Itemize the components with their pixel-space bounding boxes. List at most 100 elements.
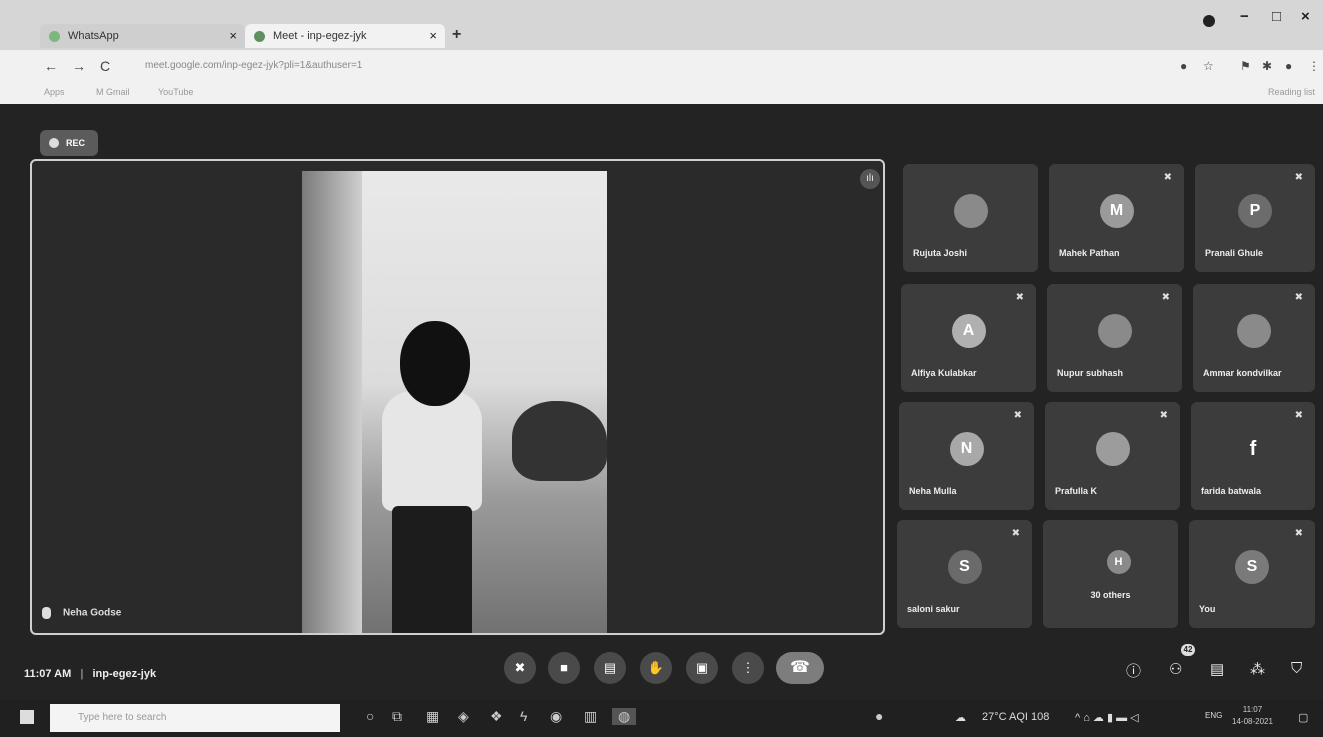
chrome-icon[interactable]: ◍ [612,708,637,725]
meeting-details-icon[interactable]: ⓘ [1126,660,1141,681]
bookmark-star-icon[interactable]: ☆ [1203,59,1214,73]
back-button[interactable]: ← [44,58,58,74]
main-speaker-name: Neha Godse [63,607,122,619]
notifications-icon[interactable]: ▢ [1298,711,1308,724]
task-view-icon[interactable]: ⧉ [392,708,402,725]
weather-icon[interactable]: ☁ [955,711,966,724]
captions-button[interactable]: ▤ [594,652,626,684]
participant-name: saloni sakur [907,604,960,614]
reading-list[interactable]: Reading list [1268,87,1315,97]
minimize-button[interactable]: − [1240,8,1249,25]
video-person-body [382,391,482,511]
profile-avatar-icon[interactable]: ● [1285,59,1292,73]
clock-time: 11:07 [1242,705,1263,714]
people-count-badge: 42 [1181,644,1195,656]
leave-call-button[interactable]: ☎ [776,652,824,684]
people-icon[interactable]: ⚇ [1169,660,1182,678]
participant-name: Mahek Pathan [1059,248,1120,258]
participant-tile[interactable]: Rujuta Joshi [903,164,1038,272]
participant-tile[interactable]: ✖ Nupur subhash [1047,284,1182,392]
new-tab-button[interactable]: + [452,26,461,44]
participant-tile[interactable]: N ✖ Neha Mulla [899,402,1034,510]
app-icon[interactable]: ● [875,708,883,724]
participant-tile[interactable]: A ✖ Alfiya Kulabkar [901,284,1036,392]
weather-text[interactable]: 27°C AQI 108 [982,711,1049,723]
close-window-button[interactable]: × [1301,8,1310,25]
avatar: N [949,432,984,466]
participant-tile[interactable]: M ✖ Mahek Pathan [1049,164,1184,272]
avatar: P [1238,194,1272,228]
tab-whatsapp[interactable]: WhatsApp × [40,24,245,48]
app-icon[interactable]: ◈ [458,708,469,725]
avatar: S [947,550,982,584]
bookmark-gmail[interactable]: M Gmail [96,87,130,97]
bookmark-youtube[interactable]: YouTube [158,87,193,97]
extension-icon[interactable]: ⚑ [1240,59,1251,73]
more-options-button[interactable]: ⋮ [732,652,764,684]
app-icon[interactable]: ▥ [584,708,597,725]
camera-permission-icon[interactable]: ● [1180,59,1187,73]
camera-toggle-button[interactable]: ■ [548,652,580,684]
participant-name: Rujuta Joshi [913,248,968,258]
participant-tile[interactable]: S ✖ saloni sakur [897,520,1032,628]
avatar [1237,314,1271,348]
muted-mic-icon: ✖ [1294,292,1303,303]
extensions-puzzle-icon[interactable]: ✱ [1262,59,1272,73]
mic-toggle-button[interactable]: ✖ [504,652,536,684]
muted-mic-icon: ✖ [1294,410,1303,421]
avatar: A [951,314,986,348]
taskbar-search[interactable]: Type here to search [50,704,340,732]
activities-icon[interactable]: ⁂ [1250,660,1265,678]
recording-badge: REC [40,130,98,156]
windows-taskbar: Type here to search ○ ⧉ ▦ ◈ ❖ ϟ ◉ ▥ ◍ ● … [0,700,1323,737]
main-video[interactable]: ılı Neha Godse [30,159,885,635]
meeting-code: inp-egez-jyk [92,668,157,680]
main-speaker-label: Neha Godse [42,607,121,619]
mail-icon[interactable]: ▦ [426,708,439,725]
tab-title: WhatsApp [68,30,119,42]
participant-name: farida batwala [1201,486,1262,496]
close-tab-icon[interactable]: × [429,24,437,48]
others-tile[interactable]: H 30 others [1043,520,1178,628]
tab-meet[interactable]: Meet - inp-egez-jyk × [245,24,445,48]
cortana-icon[interactable]: ○ [366,708,374,724]
system-tray-icons[interactable]: ^ ⌂ ☁ ▮ ▬ ◁ [1075,711,1139,724]
chat-icon[interactable]: ▤ [1210,660,1224,678]
avatar: S [1235,550,1269,584]
app-icon[interactable]: ◉ [550,708,562,725]
bookmarks-bar: Apps M Gmail YouTube Reading list [0,82,1323,104]
maximize-button[interactable]: □ [1272,8,1281,25]
reload-button[interactable]: C [100,58,110,74]
tab-title: Meet - inp-egez-jyk [273,30,367,42]
participant-name: You [1199,604,1216,614]
participant-tile[interactable]: f ✖ farida batwala [1191,402,1315,510]
app-icon[interactable]: ϟ [520,708,527,724]
participant-tile[interactable]: ✖ Prafulla K [1045,402,1180,510]
bookmark-apps[interactable]: Apps [44,87,65,97]
participant-tile-self[interactable]: S ✖ You [1189,520,1315,628]
address-bar[interactable]: meet.google.com/inp-egez-jyk?pli=1&authu… [125,55,1170,77]
clock[interactable]: 11:07 14-08-2021 [1232,704,1273,728]
browser-chrome: WhatsApp × Meet - inp-egez-jyk × + − □ ×… [0,0,1323,104]
more-menu-icon[interactable]: ⋮ [1308,59,1320,73]
participant-tile[interactable]: P ✖ Pranali Ghule [1195,164,1315,272]
participant-tile[interactable]: ✖ Ammar kondvilkar [1193,284,1315,392]
muted-mic-icon: ✖ [1161,292,1170,303]
video-person-head [400,321,470,406]
close-tab-icon[interactable]: × [229,24,237,48]
speaker-video-frame [302,171,607,633]
video-person-legs [392,506,472,633]
speaking-indicator-icon[interactable]: ılı [860,169,880,189]
start-icon[interactable] [20,710,34,724]
raise-hand-button[interactable]: ✋ [640,652,672,684]
dropbox-icon[interactable]: ❖ [490,708,503,725]
present-screen-button[interactable]: ▣ [686,652,718,684]
avatar [1095,432,1130,466]
participant-name: Nupur subhash [1057,368,1124,378]
host-controls-icon[interactable]: ⛉ [1291,660,1302,677]
language-indicator[interactable]: ENG [1205,711,1222,720]
forward-button[interactable]: → [72,58,86,74]
avatar [953,194,988,228]
muted-mic-icon: ✖ [1163,172,1172,183]
avatar: M [1099,194,1134,228]
